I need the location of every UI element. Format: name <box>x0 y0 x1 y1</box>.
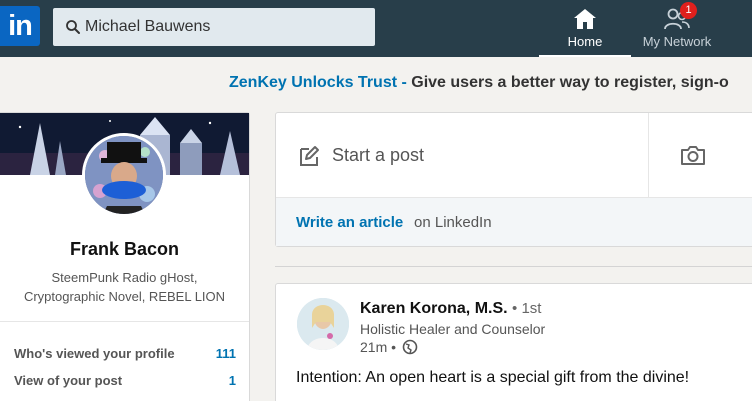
home-icon <box>574 9 596 29</box>
stat-value: 111 <box>215 346 236 361</box>
profile-divider <box>0 321 249 322</box>
share-footer: Write an article on LinkedIn <box>276 197 752 246</box>
post-author-headline: Holistic Healer and Counselor <box>360 321 546 337</box>
stat-post-views[interactable]: View of your post 1 <box>14 373 236 388</box>
nav-home[interactable]: Home <box>539 0 631 57</box>
profile-headline: SteemPunk Radio gHost, Cryptographic Nov… <box>23 270 226 304</box>
post-timestamp: 21m • <box>360 339 397 355</box>
profile-card: Frank Bacon SteemPunk Radio gHost, Crypt… <box>0 112 250 401</box>
post-author-name[interactable]: Karen Korona, M.S. <box>360 300 508 317</box>
profile-avatar[interactable] <box>82 133 166 217</box>
post-author-avatar[interactable] <box>297 298 349 350</box>
stat-label: View of your post <box>14 373 123 388</box>
write-article-link[interactable]: Write an article <box>296 214 403 231</box>
post-text: Intention: An open heart is a special gi… <box>296 369 690 386</box>
linkedin-logo[interactable]: in <box>0 6 40 46</box>
ad-brand-link[interactable]: ZenKey Unlocks Trust <box>229 74 397 91</box>
feed-post: Karen Korona, M.S. • 1st Holistic Healer… <box>275 283 752 401</box>
feed-divider <box>275 266 752 267</box>
connection-degree: • 1st <box>512 300 542 317</box>
nav-my-network-label: My Network <box>642 34 712 49</box>
on-linkedin-text: on LinkedIn <box>414 214 492 231</box>
camera-icon[interactable] <box>680 144 706 166</box>
search-box[interactable] <box>53 8 375 46</box>
avatar-portrait-image <box>85 136 163 214</box>
share-divider <box>648 113 649 197</box>
start-post-button[interactable]: Start a post <box>332 145 424 166</box>
share-box: Start a post Write an article on LinkedI… <box>275 112 752 247</box>
search-icon <box>66 20 80 34</box>
sponsored-banner[interactable]: ZenKey Unlocks Trust - Give users a bett… <box>229 74 729 92</box>
notification-badge: 1 <box>680 2 697 19</box>
search-input[interactable] <box>85 8 365 46</box>
pencil-icon <box>300 146 319 166</box>
nav-home-label: Home <box>567 34 603 49</box>
ad-message: Give users a better way to register, sig… <box>411 74 729 91</box>
author-photo-image <box>297 298 349 350</box>
post-author[interactable]: Karen Korona, M.S. • 1st <box>360 300 541 318</box>
stat-profile-views[interactable]: Who's viewed your profile 111 <box>14 346 236 361</box>
profile-name[interactable]: Frank Bacon <box>0 239 249 260</box>
stat-value: 1 <box>228 373 236 388</box>
globe-icon <box>402 339 418 355</box>
top-nav-bar: in Home 1 My Network <box>0 0 752 57</box>
nav-my-network[interactable]: 1 My Network <box>633 0 721 57</box>
ad-separator: - <box>397 74 412 91</box>
stat-label: Who's viewed your profile <box>14 346 175 361</box>
